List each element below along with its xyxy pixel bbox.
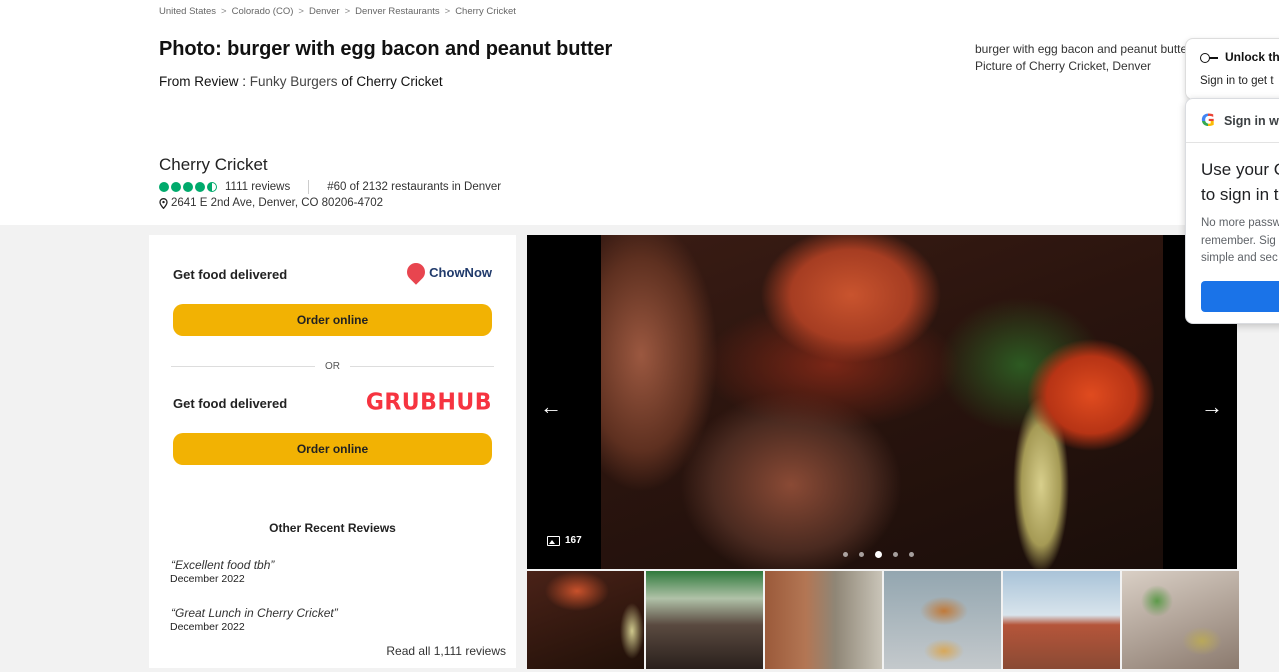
- next-photo-arrow-icon[interactable]: →: [1197, 392, 1227, 422]
- breadcrumb-separator: >: [221, 6, 227, 17]
- photo-thumbnail[interactable]: [1003, 571, 1120, 669]
- restaurant-name[interactable]: Cherry Cricket: [159, 155, 268, 175]
- breadcrumb-separator: >: [298, 6, 304, 17]
- breadcrumb-separator: >: [444, 6, 451, 17]
- google-logo-icon: G: [1201, 110, 1215, 131]
- google-description-line: No more passw: [1201, 217, 1279, 229]
- grubhub-order-online-button[interactable]: Order online: [173, 433, 492, 465]
- photo-count-value: 167: [565, 535, 582, 546]
- reviews-count-link[interactable]: 1111 reviews: [225, 181, 290, 193]
- google-signin-popup: G Sign in w Use your G to sign in t No m…: [1185, 98, 1279, 324]
- breadcrumb-united-states[interactable]: United States: [159, 6, 216, 17]
- google-description-line: remember. Sig: [1201, 234, 1276, 247]
- read-all-reviews-link[interactable]: Read all 1,111 reviews: [386, 644, 506, 658]
- google-popup-description: No more passw remember. Sig simple and s…: [1201, 215, 1279, 268]
- ranking-link[interactable]: #60 of 2132 restaurants in Denver: [327, 181, 501, 193]
- breadcrumb-denver-restaurants[interactable]: Denver Restaurants: [355, 6, 439, 17]
- photo-thumbnail[interactable]: [884, 571, 1001, 669]
- photo-count[interactable]: 167: [547, 535, 582, 546]
- thumbnail-strip: [527, 571, 1239, 669]
- breadcrumb-cherry-cricket[interactable]: Cherry Cricket: [455, 6, 516, 17]
- map-pin-icon: [159, 197, 168, 209]
- google-heading-line: Use your G: [1201, 160, 1279, 179]
- carousel-dot[interactable]: [843, 552, 848, 557]
- previous-photo-arrow-icon[interactable]: ←: [536, 392, 566, 422]
- breadcrumb: United States > Colorado (CO) > Denver >…: [159, 6, 516, 17]
- key-icon: [1200, 52, 1218, 63]
- photo-gallery: ← → 167: [527, 235, 1237, 569]
- unlock-popup-subtitle: Sign in to get t: [1200, 75, 1274, 87]
- grubhub-delivery-label: Get food delivered: [173, 396, 288, 411]
- from-review-suffix: of Cherry Cricket: [337, 74, 443, 89]
- carousel-dot[interactable]: [909, 552, 914, 557]
- divider: [308, 180, 310, 194]
- from-review: From Review : Funky Burgers of Cherry Cr…: [159, 74, 443, 89]
- address-row: 2641 E 2nd Ave, Denver, CO 80206-4702: [159, 197, 383, 209]
- grubhub-logo: GRUBHUB: [365, 389, 492, 416]
- image-icon: [547, 535, 560, 546]
- unlock-popup-title: Unlock th: [1225, 50, 1279, 64]
- chownow-icon: [403, 259, 429, 285]
- carousel-dots: [843, 551, 914, 558]
- delivery-card: Get food delivered ChowNow Order online …: [149, 235, 516, 668]
- chownow-delivery-label: Get food delivered: [173, 267, 288, 282]
- chownow-brand: ChowNow: [429, 264, 492, 280]
- photo-caption: burger with egg bacon and peanut butter …: [975, 41, 1189, 75]
- chownow-order-online-button[interactable]: Order online: [173, 304, 492, 336]
- review-title-link[interactable]: Funky Burgers: [250, 74, 338, 89]
- rating-bubble-full: [183, 182, 193, 192]
- review-quote-link[interactable]: “Great Lunch in Cherry Cricket”: [171, 606, 338, 620]
- photo-thumbnail[interactable]: [1122, 571, 1239, 669]
- carousel-dot-active[interactable]: [875, 551, 882, 558]
- google-heading-line: to sign in t: [1201, 185, 1279, 204]
- or-text: OR: [325, 361, 340, 372]
- or-divider: OR: [171, 361, 494, 372]
- photo-thumbnail[interactable]: [765, 571, 882, 669]
- other-reviews-title: Other Recent Reviews: [269, 521, 396, 535]
- address-link[interactable]: 2641 E 2nd Ave, Denver, CO 80206-4702: [171, 197, 383, 209]
- breadcrumb-denver[interactable]: Denver: [309, 6, 340, 17]
- caption-line-2: Picture of Cherry Cricket, Denver: [975, 59, 1152, 73]
- chownow-logo: ChowNow: [403, 259, 492, 285]
- divider-line: [171, 366, 315, 367]
- review-date: December 2022: [170, 621, 245, 633]
- review-date: December 2022: [170, 573, 245, 585]
- google-popup-heading: Use your G to sign in t: [1201, 157, 1279, 207]
- page-title: Photo: burger with egg bacon and peanut …: [159, 38, 613, 60]
- unlock-popup-header: Unlock th: [1200, 50, 1279, 64]
- google-popup-header: G Sign in w: [1186, 99, 1279, 143]
- photo-thumbnail[interactable]: [527, 571, 644, 669]
- main-photo[interactable]: [601, 235, 1163, 569]
- carousel-dot[interactable]: [893, 552, 898, 557]
- carousel-dot[interactable]: [859, 552, 864, 557]
- review-quote-link[interactable]: “Excellent food tbh”: [171, 558, 274, 572]
- breadcrumb-colorado[interactable]: Colorado (CO): [232, 6, 294, 17]
- rating-row: 1111 reviews #60 of 2132 restaurants in …: [159, 180, 501, 194]
- google-popup-title: Sign in w: [1223, 113, 1279, 128]
- google-continue-button[interactable]: [1201, 281, 1279, 312]
- rating-bubbles: [159, 182, 217, 192]
- from-review-prefix: From Review :: [159, 74, 250, 89]
- rating-bubble-half: [207, 182, 217, 192]
- rating-bubble-full: [171, 182, 181, 192]
- unlock-signin-popup: Unlock th Sign in to get t: [1185, 38, 1279, 100]
- google-description-line: simple and sec: [1201, 252, 1278, 264]
- divider-line: [350, 366, 494, 367]
- caption-line-1: burger with egg bacon and peanut butter: [975, 42, 1189, 56]
- breadcrumb-separator: >: [344, 6, 351, 17]
- photo-thumbnail[interactable]: [646, 571, 763, 669]
- rating-bubble-full: [195, 182, 205, 192]
- rating-bubble-full: [159, 182, 169, 192]
